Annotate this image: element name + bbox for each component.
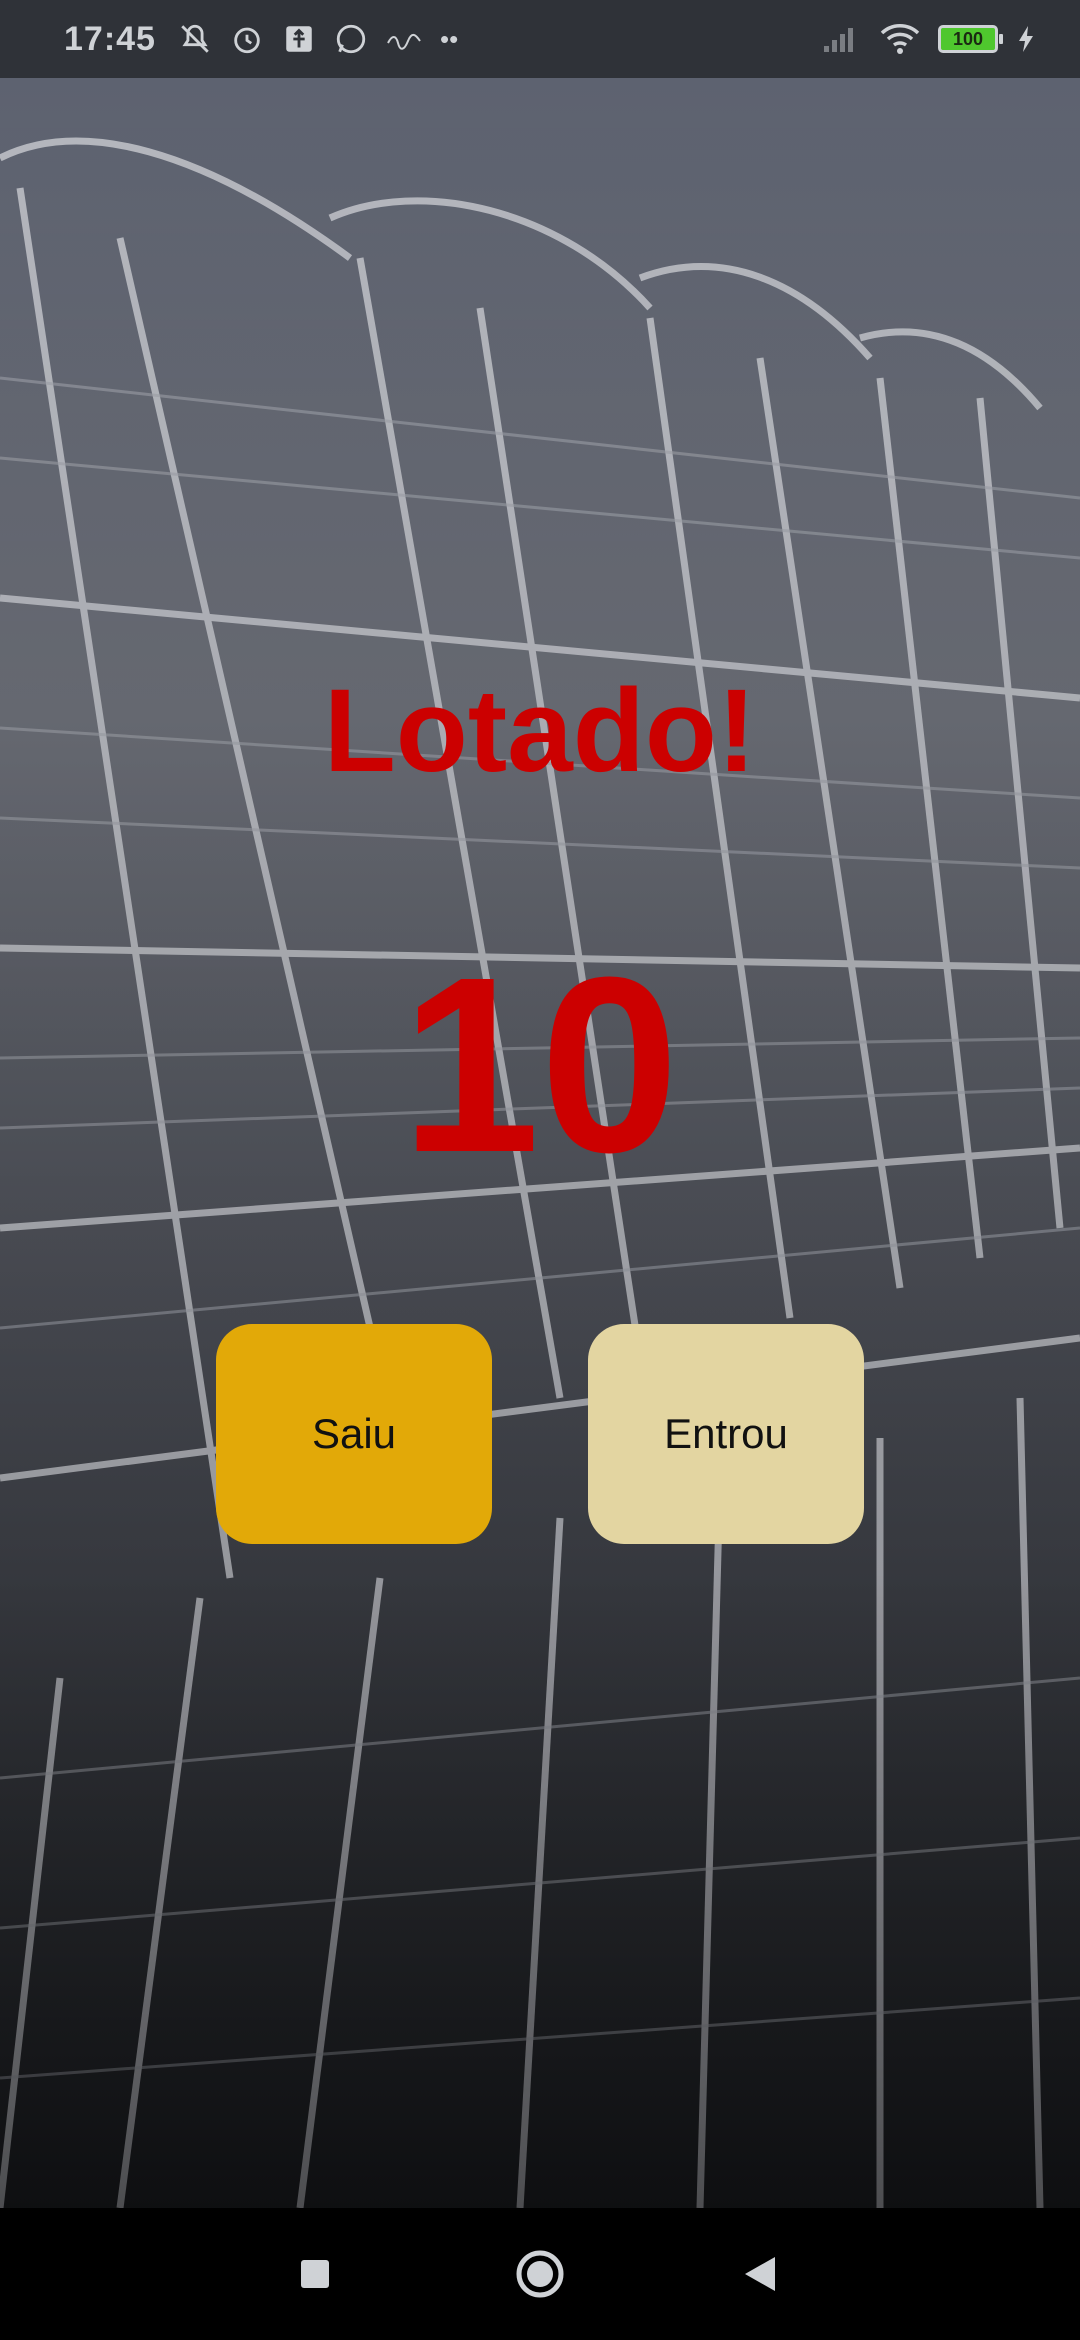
- signal-icon: [824, 28, 853, 52]
- alarm-icon: [234, 27, 260, 54]
- muted-bell-icon: [181, 24, 209, 53]
- navigation-bar: [0, 2208, 1080, 2340]
- usb-debug-icon: [286, 26, 312, 52]
- status-system-icons: 100: [822, 23, 1036, 55]
- whatsapp-icon: [336, 24, 366, 54]
- home-circle-icon: [516, 2250, 564, 2298]
- battery-icon: 100: [938, 25, 1003, 53]
- wifi-icon: [880, 24, 920, 54]
- back-button[interactable]: [690, 2208, 830, 2340]
- battery-level: 100: [952, 28, 984, 49]
- illegal-icon: [387, 34, 421, 50]
- back-triangle-icon: [745, 2257, 775, 2291]
- status-time: 17:45: [64, 19, 156, 58]
- status-notification-icons: ••: [178, 22, 458, 56]
- status-bar: 17:45 •• 100: [0, 0, 1080, 78]
- exit-button[interactable]: Saiu: [216, 1324, 492, 1544]
- recents-button[interactable]: [245, 2208, 385, 2340]
- capacity-status-text: Lotado!: [323, 665, 757, 797]
- enter-button[interactable]: Entrou: [588, 1324, 864, 1544]
- charging-icon: [1019, 26, 1033, 52]
- home-button[interactable]: [470, 2208, 610, 2340]
- status-dots: ••: [439, 23, 459, 54]
- recents-square-icon: [301, 2260, 329, 2288]
- people-counter: 10: [400, 925, 680, 1204]
